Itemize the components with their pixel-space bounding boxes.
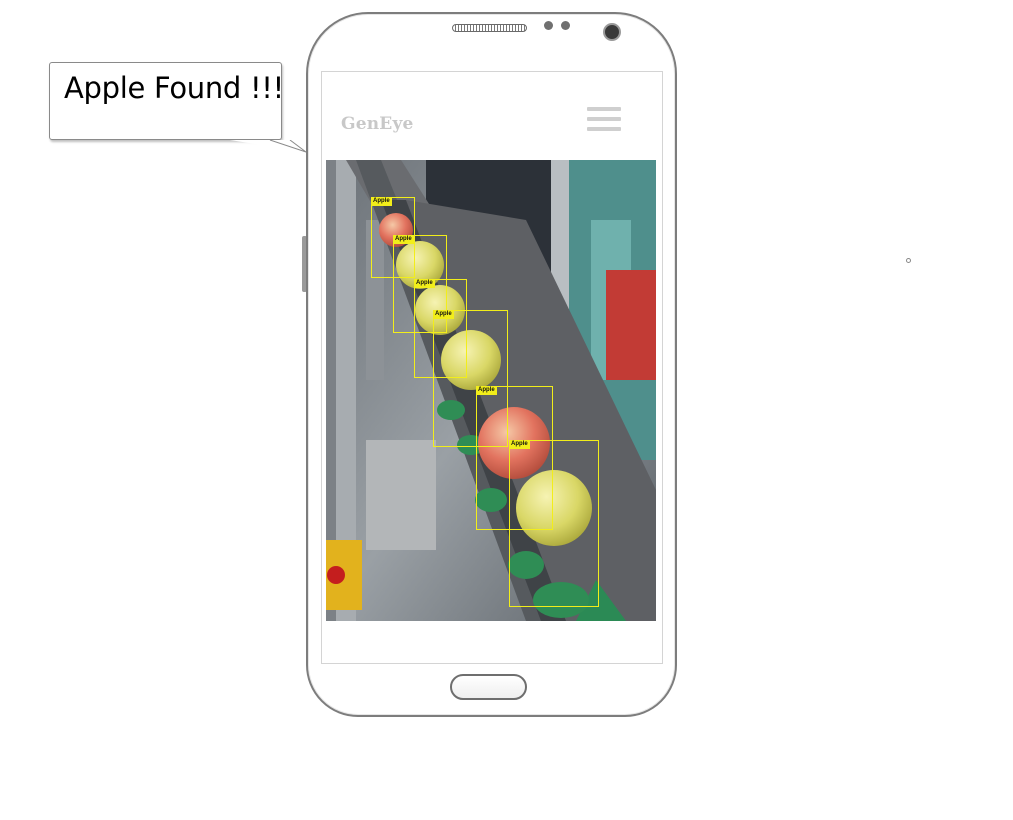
detection-label: Apple	[509, 440, 530, 449]
phone-speaker-grille	[452, 24, 527, 32]
detection-label: Apple	[476, 386, 497, 395]
detection-label: Apple	[433, 310, 454, 319]
front-camera-icon	[603, 23, 621, 41]
hamburger-menu-icon[interactable]	[587, 107, 621, 132]
detection-label: Apple	[371, 197, 392, 206]
speech-bubble-text: Apple Found !!!	[64, 71, 284, 105]
detection-box: Apple	[509, 440, 599, 607]
detection-photo: Apple Apple Apple Apple Apple Apple	[326, 160, 656, 621]
proximity-sensor-icon	[544, 21, 553, 30]
speech-bubble: Apple Found !!!	[49, 62, 308, 153]
detection-label: Apple	[393, 235, 414, 244]
detection-label: Apple	[414, 279, 435, 288]
small-circle-icon	[906, 258, 911, 263]
light-sensor-icon	[561, 21, 570, 30]
home-button[interactable]	[450, 674, 527, 700]
app-title: GenEye	[341, 114, 414, 134]
speech-bubble-tail	[230, 140, 308, 153]
